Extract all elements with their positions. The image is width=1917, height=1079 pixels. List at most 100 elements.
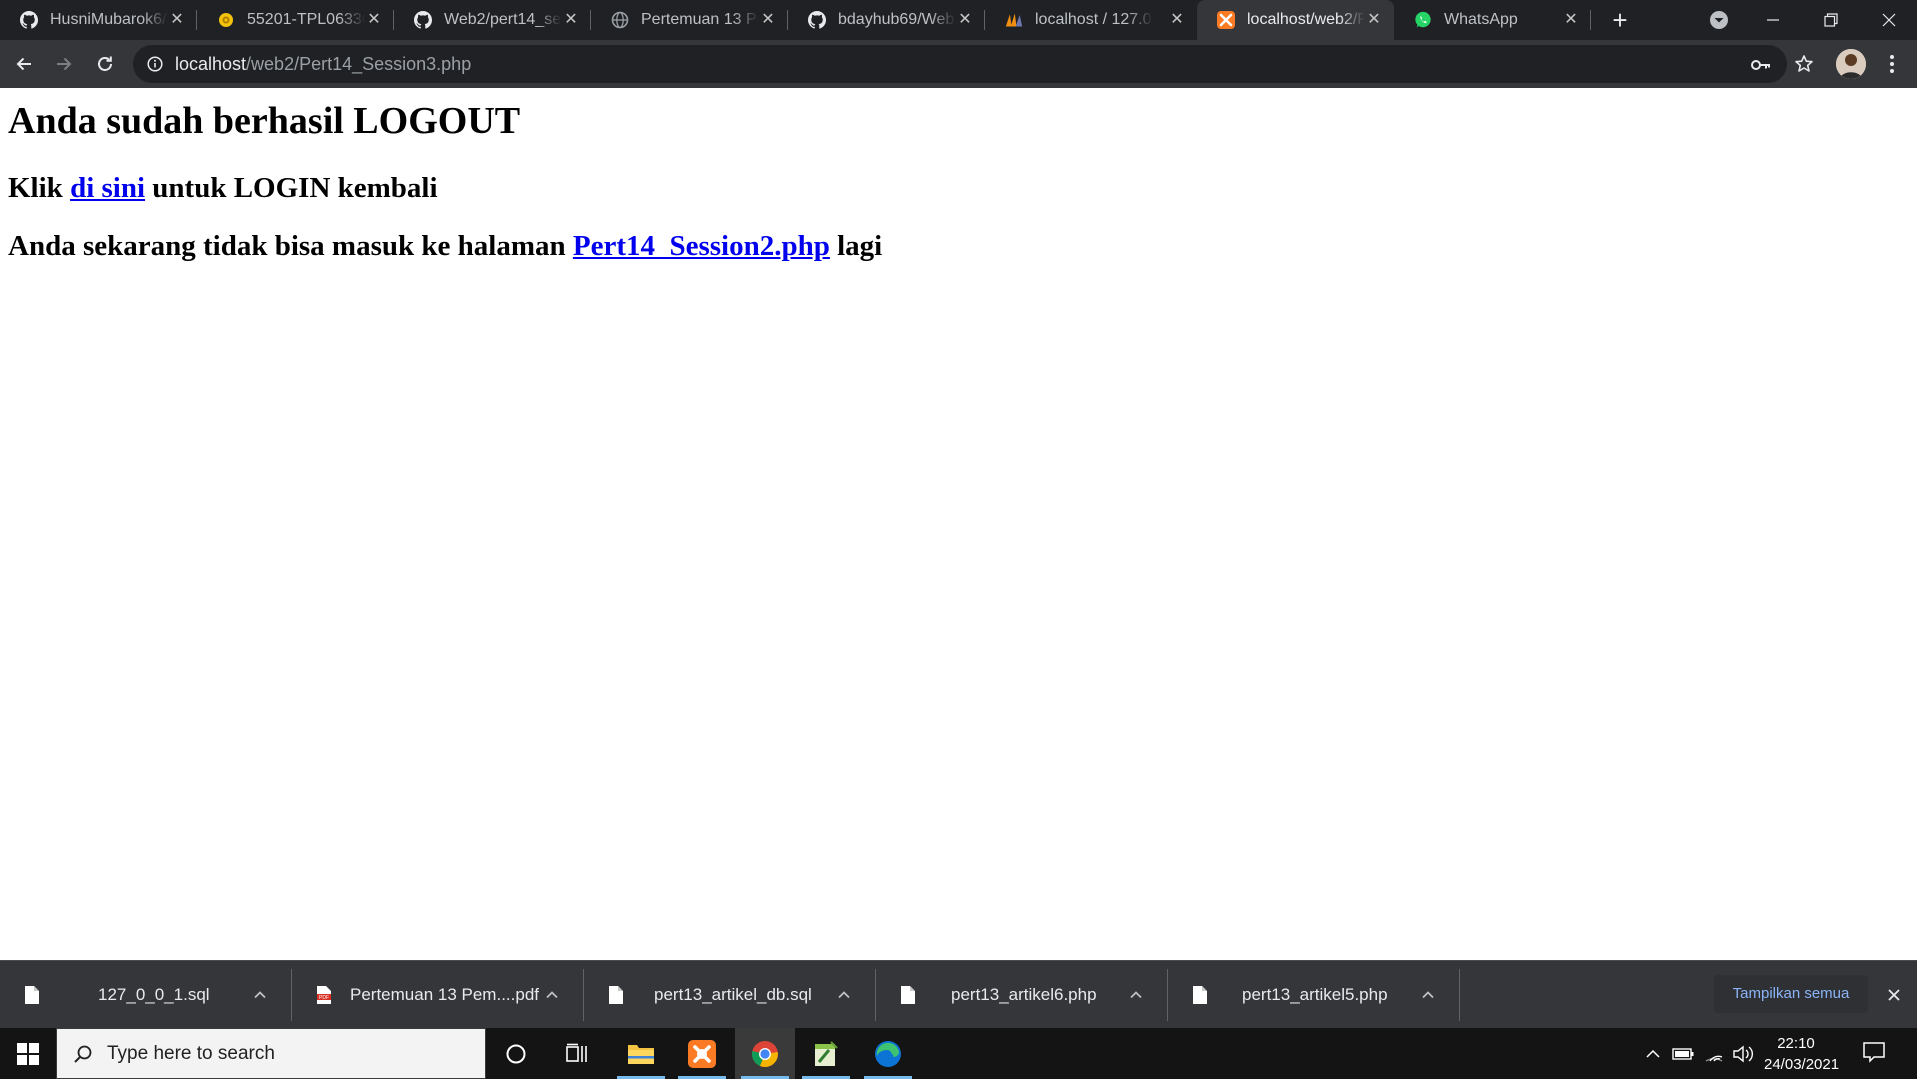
tab-close-icon[interactable]: ✕ (1563, 12, 1579, 28)
task-view-icon[interactable] (547, 1028, 607, 1079)
chevron-up-icon[interactable] (1128, 987, 1144, 1003)
back-arrow-icon (16, 57, 31, 71)
file-explorer-icon[interactable] (611, 1028, 671, 1079)
show-all-downloads-button[interactable]: Tampilkan semua (1714, 975, 1868, 1013)
site-info-icon[interactable] (147, 56, 163, 72)
moodle-icon (217, 11, 235, 29)
profile-avatar[interactable] (1836, 49, 1866, 79)
close-window-button[interactable] (1861, 0, 1917, 40)
tab-elearning[interactable]: 55201-TPL06336- ✕ (197, 0, 394, 40)
tab-localhost-session3[interactable]: localhost/web2/Pe ✕ (1197, 0, 1394, 40)
download-item[interactable]: pert13_artikel5.php (1168, 961, 1460, 1029)
xampp-icon (1217, 11, 1235, 29)
tab-separator (1590, 10, 1591, 30)
no-access-line: Anda sekarang tidak bisa masuk ke halama… (8, 229, 882, 263)
pdf-file-icon: PDF (316, 985, 332, 1005)
tab-strip: HusniMubarok6/W ✕ 55201-TPL06336- ✕ Web2… (0, 0, 1917, 40)
new-tab-button[interactable]: + (1606, 6, 1634, 34)
tab-close-icon[interactable]: ✕ (1169, 12, 1185, 28)
login-text-after: untuk LOGIN kembali (145, 172, 438, 204)
tab-title: WhatsApp (1444, 11, 1518, 28)
tab-close-icon[interactable]: ✕ (563, 12, 579, 28)
tab-whatsapp[interactable]: WhatsApp ✕ (1394, 0, 1591, 40)
minimize-button[interactable] (1745, 0, 1801, 40)
password-key-icon[interactable] (1750, 55, 1770, 75)
page-content: Anda sudah berhasil LOGOUT Klik di sini … (0, 88, 1917, 960)
page-heading: Anda sudah berhasil LOGOUT (8, 100, 521, 142)
url-path: /web2/Pert14_Session3.php (246, 54, 472, 74)
login-link[interactable]: di sini (70, 172, 145, 204)
system-clock[interactable]: 22:10 24/03/2021 (1764, 1033, 1840, 1075)
download-item[interactable]: PDF Pertemuan 13 Pem....pdf (292, 961, 584, 1029)
chevron-up-icon[interactable] (544, 987, 560, 1003)
tab-bdayhub[interactable]: bdayhub69/Web2 ✕ (788, 0, 985, 40)
clock-time: 22:10 (1777, 1035, 1815, 1052)
chevron-up-icon[interactable] (1420, 987, 1436, 1003)
tab-close-icon[interactable]: ✕ (1366, 12, 1382, 28)
login-text-before: Klik (8, 172, 71, 204)
download-item[interactable]: 127_0_0_1.sql (0, 961, 292, 1029)
chevron-up-icon[interactable] (252, 987, 268, 1003)
windows-start-icon[interactable] (0, 1028, 56, 1079)
chevron-up-icon[interactable] (1642, 1043, 1664, 1065)
whatsapp-icon (1414, 11, 1432, 29)
wifi-icon[interactable] (1703, 1043, 1725, 1065)
tab-title: localhost / 127.0.0 (1035, 11, 1153, 28)
volume-icon[interactable] (1732, 1043, 1754, 1065)
tab-title: 55201-TPL06336- (247, 11, 365, 28)
notepad-plus-icon[interactable] (796, 1028, 856, 1079)
search-icon (73, 1044, 93, 1064)
browser-toolbar: localhost/web2/Pert14_Session3.php (0, 40, 1917, 88)
download-file-name: pert13_artikel5.php (1242, 985, 1388, 1004)
browser-menu-icon[interactable] (1878, 50, 1906, 78)
taskbar-search-box[interactable]: Type here to search (56, 1028, 486, 1079)
windows-taskbar: Type here to search 22:10 24/03/2021 (0, 1028, 1917, 1079)
restore-button[interactable] (1803, 0, 1859, 40)
reload-button[interactable] (91, 50, 119, 78)
file-icon (900, 985, 916, 1005)
notification-center-icon[interactable] (1862, 1041, 1888, 1065)
no-access-text-after: lagi (829, 230, 883, 262)
forward-button[interactable] (50, 50, 78, 78)
svg-text:PDF: PDF (319, 995, 329, 1001)
file-icon (608, 985, 624, 1005)
tab-phpmyadmin[interactable]: localhost / 127.0.0 ✕ (985, 0, 1197, 40)
xampp-app-icon[interactable] (672, 1028, 732, 1079)
download-file-name: Pertemuan 13 Pem....pdf (350, 985, 539, 1004)
tab-close-icon[interactable]: ✕ (366, 12, 382, 28)
github-icon (808, 11, 826, 29)
tab-search-icon[interactable] (1708, 9, 1730, 31)
tab-close-icon[interactable]: ✕ (957, 12, 973, 28)
close-shelf-icon[interactable] (1884, 985, 1904, 1005)
download-file-name: 127_0_0_1.sql (98, 985, 210, 1004)
file-icon (24, 985, 40, 1005)
download-item[interactable]: pert13_artikel6.php (876, 961, 1168, 1029)
search-placeholder: Type here to search (107, 1043, 275, 1064)
session2-link[interactable]: Pert14_Session2.php (573, 230, 830, 262)
download-file-name: pert13_artikel_db.sql (654, 985, 812, 1004)
tab-pertemuan13[interactable]: Pertemuan 13 Pen ✕ (591, 0, 788, 40)
github-icon (414, 11, 432, 29)
chevron-up-icon[interactable] (836, 987, 852, 1003)
bookmark-star-icon[interactable] (1790, 50, 1818, 78)
url-host: localhost (175, 54, 247, 74)
tab-close-icon[interactable]: ✕ (760, 12, 776, 28)
github-icon (20, 11, 38, 29)
globe-icon (611, 11, 629, 29)
back-button[interactable] (10, 50, 38, 78)
battery-icon[interactable] (1672, 1043, 1694, 1065)
tab-close-icon[interactable]: ✕ (169, 12, 185, 28)
download-item[interactable]: pert13_artikel_db.sql (584, 961, 876, 1029)
chrome-icon[interactable] (735, 1028, 795, 1079)
address-bar[interactable]: localhost/web2/Pert14_Session3.php (133, 45, 1787, 83)
phpmyadmin-icon (1005, 11, 1023, 29)
tab-web2-pert14[interactable]: Web2/pert14_sess ✕ (394, 0, 591, 40)
clock-date: 24/03/2021 (1764, 1056, 1840, 1073)
url-text[interactable]: localhost/web2/Pert14_Session3.php (175, 54, 471, 74)
cortana-icon[interactable] (486, 1028, 546, 1079)
download-file-name: pert13_artikel6.php (951, 985, 1097, 1004)
tab-husnimubarok[interactable]: HusniMubarok6/W ✕ (0, 0, 197, 40)
edge-icon[interactable] (858, 1028, 918, 1079)
tab-title: Web2/pert14_sess (444, 11, 562, 28)
tab-title: HusniMubarok6/W (50, 11, 168, 28)
